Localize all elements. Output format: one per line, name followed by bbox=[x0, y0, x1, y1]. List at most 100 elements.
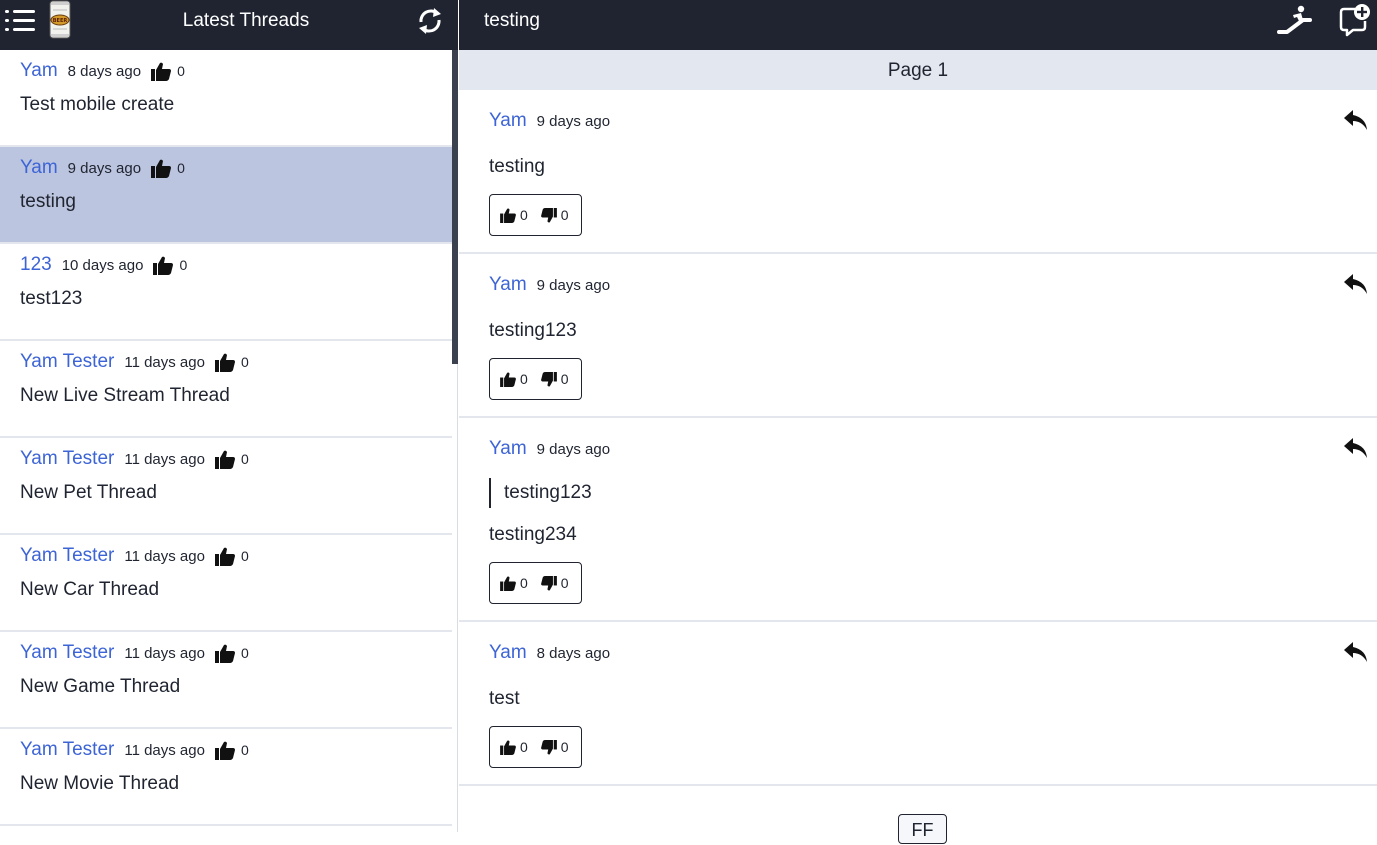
downvote-count: 0 bbox=[560, 575, 569, 591]
thread-meta: Yam Tester 11 days ago 0 bbox=[20, 351, 432, 373]
thread-title-text: New Live Stream Thread bbox=[20, 385, 230, 406]
post-quote: testing123 bbox=[489, 478, 592, 508]
thread-list-header: BEER Latest Threads bbox=[0, 0, 458, 50]
reply-icon[interactable] bbox=[1343, 436, 1369, 460]
post-body: testing234 bbox=[489, 524, 577, 545]
thread-item[interactable]: Yam Tester 11 days ago 0 New Live Stream Th… bbox=[0, 341, 452, 438]
logo-text: BEER bbox=[53, 18, 68, 24]
post-meta: Yam 9 days ago bbox=[489, 438, 620, 460]
downvote-button[interactable]: 0 bbox=[540, 371, 569, 387]
thread-like-count: 0 bbox=[240, 645, 249, 661]
thread-author-link[interactable]: Yam Tester bbox=[20, 545, 114, 567]
thread-item[interactable]: Yam Tester 11 days ago 0 New Game Thread bbox=[0, 632, 452, 729]
post-author-link[interactable]: Yam bbox=[489, 110, 527, 132]
thread-view-header: testing bbox=[459, 0, 1377, 50]
thread-author-link[interactable]: 123 bbox=[20, 254, 52, 276]
refresh-icon[interactable] bbox=[414, 5, 446, 37]
thumbs-up-icon bbox=[214, 741, 241, 760]
beer-can-logo[interactable]: BEER bbox=[48, 0, 72, 40]
thread-meta: Yam 8 days ago 0 bbox=[20, 60, 432, 82]
thread-like-count: 0 bbox=[240, 742, 249, 758]
escalator-icon[interactable] bbox=[1277, 4, 1313, 36]
thread-item[interactable]: Yam Tester 11 days ago 0 New Movie Thread bbox=[0, 729, 452, 826]
upvote-button[interactable]: 0 bbox=[500, 371, 528, 387]
post-author-link[interactable]: Yam bbox=[489, 642, 527, 664]
upvote-button[interactable]: 0 bbox=[500, 739, 528, 755]
reply-icon[interactable] bbox=[1343, 108, 1369, 132]
thread-title: testing bbox=[484, 10, 540, 31]
thread-timestamp: 10 days ago bbox=[61, 256, 144, 274]
thumbs-up-icon bbox=[500, 372, 520, 387]
thread-like-count: 0 bbox=[240, 548, 249, 564]
downvote-button[interactable]: 0 bbox=[540, 739, 569, 755]
thumbs-up-icon bbox=[500, 740, 520, 755]
post: Yam 8 days ago test 0 0 bbox=[459, 622, 1377, 786]
thumbs-up-icon bbox=[500, 208, 520, 223]
thread-list-title: Latest Threads bbox=[182, 10, 310, 31]
post-meta: Yam 9 days ago bbox=[489, 110, 620, 132]
post-vote-box: 00 bbox=[489, 562, 582, 604]
thread-view-panel: testing Page 1 Yam 9 days ago testing 0 0 Yam… bbox=[459, 0, 1377, 844]
post-timestamp: 8 days ago bbox=[536, 644, 611, 662]
upvote-count: 0 bbox=[520, 371, 528, 387]
thread-like-count: 0 bbox=[179, 257, 188, 273]
post-body: testing bbox=[489, 156, 545, 177]
thread-title-text: testing bbox=[20, 191, 76, 212]
post-timestamp: 9 days ago bbox=[536, 112, 611, 130]
thread-meta: Yam 9 days ago 0 bbox=[20, 157, 432, 179]
downvote-count: 0 bbox=[560, 739, 569, 755]
thread-timestamp: 11 days ago bbox=[124, 547, 205, 565]
post-body: test bbox=[489, 688, 520, 709]
post-author-link[interactable]: Yam bbox=[489, 438, 527, 460]
thread-timestamp: 11 days ago bbox=[124, 450, 205, 468]
thumbs-down-icon bbox=[540, 575, 561, 591]
thread-item[interactable]: Yam 9 days ago 0 testing bbox=[0, 147, 452, 244]
thread-list-scrollbar[interactable] bbox=[452, 50, 458, 364]
downvote-button[interactable]: 0 bbox=[540, 207, 569, 223]
reply-icon[interactable] bbox=[1343, 640, 1369, 664]
thread-item[interactable]: 123 10 days ago 0 test123 bbox=[0, 244, 452, 341]
add-comment-icon[interactable] bbox=[1337, 3, 1371, 37]
thread-author-link[interactable]: Yam Tester bbox=[20, 642, 114, 664]
thread-item[interactable]: Yam 8 days ago 0 Test mobile create bbox=[0, 50, 452, 147]
thumbs-up-icon bbox=[214, 644, 241, 663]
thread-author-link[interactable]: Yam Tester bbox=[20, 351, 114, 373]
thread-likes: 0 bbox=[214, 353, 249, 372]
thread-likes: 0 bbox=[214, 450, 249, 469]
post: Yam 9 days ago testing123 testing234 0 0 bbox=[459, 418, 1377, 622]
thread-author-link[interactable]: Yam Tester bbox=[20, 448, 114, 470]
upvote-button[interactable]: 0 bbox=[500, 207, 528, 223]
post-vote-box: 00 bbox=[489, 358, 582, 400]
thread-author-link[interactable]: Yam bbox=[20, 157, 58, 179]
post-timestamp: 9 days ago bbox=[536, 440, 611, 458]
post: Yam 9 days ago testing 0 0 bbox=[459, 90, 1377, 254]
thread-author-link[interactable]: Yam bbox=[20, 60, 58, 82]
thread-meta: 123 10 days ago 0 bbox=[20, 254, 432, 276]
thumbs-up-icon bbox=[151, 159, 177, 178]
downvote-count: 0 bbox=[560, 371, 569, 387]
page-indicator: Page 1 bbox=[459, 50, 1377, 90]
pager-button[interactable]: FF bbox=[898, 814, 947, 844]
thread-likes: 0 bbox=[151, 159, 185, 178]
thread-title-text: test123 bbox=[20, 288, 83, 309]
upvote-button[interactable]: 0 bbox=[500, 575, 528, 591]
thumbs-up-icon bbox=[500, 576, 520, 591]
hamburger-menu-icon[interactable] bbox=[5, 8, 37, 34]
thread-timestamp: 8 days ago bbox=[67, 62, 142, 80]
reply-icon[interactable] bbox=[1343, 272, 1369, 296]
thread-author-link[interactable]: Yam Tester bbox=[20, 739, 114, 761]
post-vote-box: 00 bbox=[489, 194, 582, 236]
post-meta: Yam 8 days ago bbox=[489, 642, 620, 664]
thread-likes: 0 bbox=[214, 644, 249, 663]
thread-meta: Yam Tester 11 days ago 0 bbox=[20, 545, 432, 567]
thread-like-count: 0 bbox=[240, 451, 249, 467]
thread-list-panel: BEER Latest Threads Yam 8 days ago 0 Test m… bbox=[0, 0, 458, 832]
thread-item[interactable]: Yam Tester 11 days ago 0 New Pet Thread bbox=[0, 438, 452, 535]
downvote-button[interactable]: 0 bbox=[540, 575, 569, 591]
thread-timestamp: 11 days ago bbox=[124, 644, 205, 662]
thread-meta: Yam Tester 11 days ago 0 bbox=[20, 642, 432, 664]
post-author-link[interactable]: Yam bbox=[489, 274, 527, 296]
thread-timestamp: 11 days ago bbox=[124, 353, 205, 371]
upvote-count: 0 bbox=[520, 739, 528, 755]
thread-item[interactable]: Yam Tester 11 days ago 0 New Car Thread bbox=[0, 535, 452, 632]
